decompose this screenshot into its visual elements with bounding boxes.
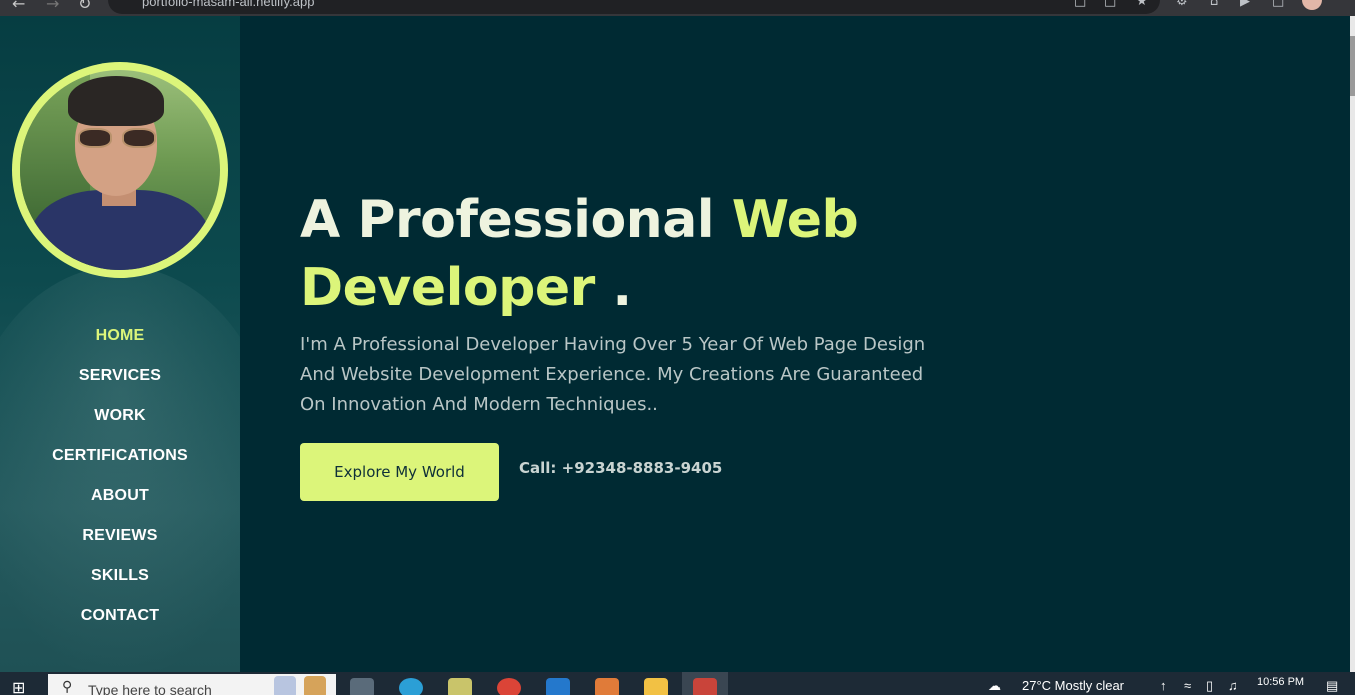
sidebar-nav: HOME SERVICES WORK CERTIFICATIONS ABOUT … bbox=[0, 316, 240, 636]
xampp-icon[interactable] bbox=[595, 678, 619, 695]
forward-arrow-icon[interactable]: → bbox=[46, 0, 59, 13]
weather-icon[interactable]: ☁ bbox=[988, 678, 1001, 694]
file-explorer-icon[interactable] bbox=[644, 678, 668, 695]
task-view-icon[interactable] bbox=[350, 678, 374, 695]
sidebar: HOME SERVICES WORK CERTIFICATIONS ABOUT … bbox=[0, 16, 240, 672]
nav-item-about[interactable]: ABOUT bbox=[0, 476, 240, 516]
nav-item-contact[interactable]: CONTACT bbox=[0, 596, 240, 636]
tray-network-icon[interactable]: ↑ bbox=[1160, 678, 1167, 693]
hero-title: A Professional Web Developer . bbox=[300, 186, 1000, 322]
nav-item-home[interactable]: HOME bbox=[0, 316, 240, 356]
nav-item-reviews[interactable]: REVIEWS bbox=[0, 516, 240, 556]
notepad-icon[interactable] bbox=[448, 678, 472, 695]
extension-icon[interactable]: ⚙ bbox=[1176, 0, 1188, 9]
address-bar-url[interactable]: portfolio-masam-ali.netlify.app bbox=[142, 0, 314, 9]
explore-button[interactable]: Explore My World bbox=[300, 443, 499, 501]
tray-battery-icon[interactable]: ▯ bbox=[1206, 678, 1213, 694]
taskbar-search-placeholder: Type here to search bbox=[88, 682, 212, 695]
page-scrollbar[interactable] bbox=[1350, 16, 1355, 672]
hero-description: I'm A Professional Developer Having Over… bbox=[300, 334, 926, 415]
home-icon[interactable]: ⌂ bbox=[1210, 0, 1218, 9]
search-highlight-icon[interactable] bbox=[274, 676, 296, 695]
search-highlight-icon-2[interactable] bbox=[304, 676, 326, 695]
windows-taskbar: ⊞ ⚲ Type here to search ☁ 27°C Mostly cl… bbox=[0, 672, 1355, 695]
hero-title-accent-developer: Developer bbox=[300, 258, 595, 318]
taskbar-search[interactable]: ⚲ Type here to search bbox=[48, 674, 336, 695]
call-phone-link[interactable]: Call: +92348-8883-9405 bbox=[519, 459, 722, 477]
browser-toolbar: ← → ↻ portfolio-masam-ali.netlify.app □ … bbox=[0, 0, 1355, 16]
reload-icon[interactable]: ↻ bbox=[78, 0, 91, 13]
taskbar-clock[interactable]: 10:56 PM bbox=[1257, 676, 1304, 688]
nav-item-certifications[interactable]: CERTIFICATIONS bbox=[0, 436, 240, 476]
scrollbar-thumb[interactable] bbox=[1350, 36, 1355, 96]
back-arrow-icon[interactable]: ← bbox=[12, 0, 25, 13]
notifications-icon[interactable]: ▤ bbox=[1326, 678, 1338, 694]
weather-text[interactable]: 27°C Mostly clear bbox=[1022, 678, 1124, 693]
bookmark-star-icon[interactable]: ★ bbox=[1136, 0, 1148, 9]
window-icon[interactable]: □ bbox=[1272, 0, 1284, 9]
tray-wifi-icon[interactable]: ≈ bbox=[1184, 678, 1191, 693]
nav-item-work[interactable]: WORK bbox=[0, 396, 240, 436]
nav-item-skills[interactable]: SKILLS bbox=[0, 556, 240, 596]
hero-title-accent-web: Web bbox=[731, 190, 859, 250]
install-icon[interactable]: □ bbox=[1104, 0, 1116, 9]
tray-volume-icon[interactable]: ♫ bbox=[1228, 678, 1238, 693]
search-icon: ⚲ bbox=[62, 679, 73, 695]
hero-title-dot: . bbox=[594, 258, 632, 318]
app-icon[interactable] bbox=[693, 678, 717, 695]
edge-icon[interactable] bbox=[399, 678, 423, 695]
vscode-icon[interactable] bbox=[546, 678, 570, 695]
windows-start-icon[interactable]: ⊞ bbox=[12, 680, 25, 695]
nav-item-services[interactable]: SERVICES bbox=[0, 356, 240, 396]
profile-photo bbox=[20, 70, 220, 270]
browser-profile-avatar[interactable] bbox=[1302, 0, 1322, 10]
profile-photo-frame bbox=[12, 62, 228, 278]
hero-title-part1: A Professional bbox=[300, 190, 732, 250]
media-icon[interactable]: ▶ bbox=[1240, 0, 1250, 9]
share-icon[interactable]: □ bbox=[1074, 0, 1086, 9]
chrome-icon[interactable] bbox=[497, 678, 521, 695]
